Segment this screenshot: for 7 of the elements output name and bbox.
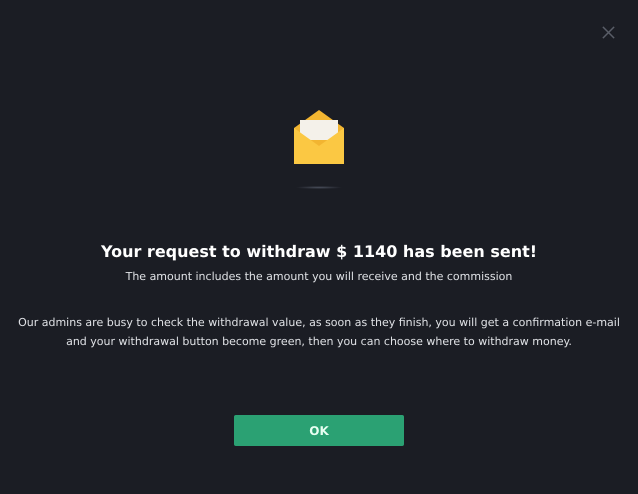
dialog-title: Your request to withdraw $ 1140 has been sent!: [100, 241, 538, 263]
close-icon[interactable]: [601, 25, 616, 40]
ok-button[interactable]: OK: [234, 415, 404, 446]
dialog-message: Our admins are busy to check the withdrawal value, as soon as they finish, you will get a confirmation e-mail and your withdrawal button become green, then you can choose where to withdraw money.: [17, 315, 621, 350]
dialog-subtitle: The amount includes the amount you will receive and the commission: [126, 269, 512, 285]
icon-shadow: [296, 186, 342, 189]
envelope-icon: [292, 108, 346, 166]
